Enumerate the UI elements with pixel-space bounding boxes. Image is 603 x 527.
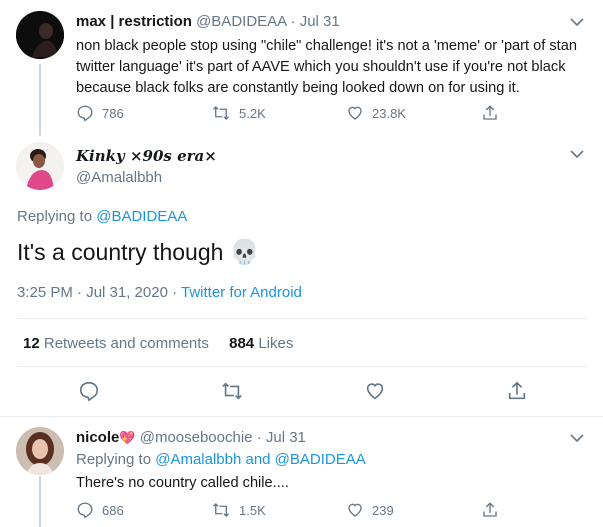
replying-handles-link[interactable]: @Amalalbbh and @BADIDEAA: [155, 451, 366, 468]
tweet1-actions: 786 5.2K 23.8K: [76, 104, 586, 122]
replying-label: Replying to: [76, 451, 152, 468]
retweet-icon: [213, 503, 229, 517]
share-icon: [483, 105, 497, 120]
heart-emoji: 💖: [119, 430, 136, 445]
tweet1-reply-button[interactable]: 786: [76, 104, 211, 122]
main-display-name[interactable]: Kinky ×90s era×: [76, 147, 217, 165]
tweet1-display-name[interactable]: max | restriction: [76, 13, 192, 30]
main-tweet-text: It's a country though 💀: [17, 237, 260, 268]
tweet3-text: There's no country called chile....: [76, 475, 289, 491]
reply-icon[interactable]: [78, 380, 100, 402]
avatar-nicole[interactable]: [16, 427, 64, 475]
tweet3-replying-to: Replying to @Amalalbbh and @BADIDEAA: [76, 451, 366, 468]
tweet3-date[interactable]: Jul 31: [266, 429, 306, 446]
retweets-count: 12: [23, 335, 40, 352]
tweet3-handle[interactable]: @mooseboochie: [140, 429, 253, 446]
divider: [0, 416, 603, 417]
thread-line: [39, 64, 41, 136]
tweet1-reply-count: 786: [102, 105, 124, 121]
divider: [17, 366, 586, 367]
tweet1-retweet-count: 5.2K: [239, 105, 266, 121]
retweets-stat[interactable]: 12 Retweets and comments: [23, 335, 213, 352]
avatar-image: [16, 11, 64, 59]
tweet3-chevron-down-icon[interactable]: [570, 433, 584, 443]
tweet1-date[interactable]: Jul 31: [300, 13, 340, 30]
tweet1-like-button[interactable]: 23.8K: [346, 104, 481, 122]
share-icon: [483, 502, 497, 517]
tweet3-like-button[interactable]: 239: [346, 501, 481, 519]
retweet-icon[interactable]: [220, 380, 244, 402]
main-handle[interactable]: @Amalalbbh: [76, 169, 162, 186]
tweet1-share-button[interactable]: [481, 104, 499, 122]
thread-line: [39, 476, 41, 527]
main-chevron-down-icon[interactable]: [570, 149, 584, 159]
avatar-image: [16, 427, 64, 475]
main-stats: 12 Retweets and comments 884 Likes: [23, 335, 293, 352]
tweet3-header: nicole💖 @mooseboochie · Jul 31: [76, 429, 306, 446]
tweet1-retweet-button[interactable]: 5.2K: [211, 104, 346, 122]
tweet3-actions: 686 1.5K 239: [76, 501, 586, 519]
skull-emoji: 💀: [229, 239, 260, 266]
replying-handle-link[interactable]: @BADIDEAA: [96, 208, 187, 225]
tweet3-display-name[interactable]: nicole: [76, 429, 119, 446]
tweet3-retweet-button[interactable]: 1.5K: [211, 501, 346, 519]
main-timestamp[interactable]: 3:25 PM · Jul 31, 2020 ·: [17, 284, 181, 301]
tweet1-dot: ·: [290, 13, 296, 30]
reply-icon: [77, 502, 93, 519]
main-replying-to: Replying to @BADIDEAA: [17, 208, 187, 225]
tweet3-dot: ·: [256, 429, 262, 446]
avatar-max[interactable]: [16, 11, 64, 59]
main-actions: [78, 380, 528, 402]
tweet3-reply-count: 686: [102, 502, 124, 518]
divider: [17, 318, 586, 319]
replying-label: Replying to: [17, 208, 93, 225]
main-text: It's a country though: [17, 239, 224, 265]
heart-icon: [348, 503, 362, 517]
tweet3-retweet-count: 1.5K: [239, 502, 266, 518]
tweet3-like-count: 239: [372, 502, 394, 518]
likes-count: 884: [229, 335, 255, 352]
main-source-link[interactable]: Twitter for Android: [181, 284, 302, 301]
likes-stat[interactable]: 884 Likes: [229, 335, 293, 352]
avatar-image: [16, 142, 64, 190]
tweet1-like-count: 23.8K: [372, 105, 406, 121]
tweet1-chevron-down-icon[interactable]: [570, 17, 584, 27]
retweet-icon: [213, 106, 229, 120]
likes-label: Likes: [258, 335, 294, 352]
avatar-kinky[interactable]: [16, 142, 64, 190]
heart-icon: [348, 106, 362, 120]
tweet3-share-button[interactable]: [481, 501, 499, 519]
tweet3-reply-button[interactable]: 686: [76, 501, 211, 519]
tweet1-handle[interactable]: @BADIDEAA: [196, 13, 286, 30]
main-timestamp-row: 3:25 PM · Jul 31, 2020 · Twitter for And…: [17, 284, 302, 301]
share-icon[interactable]: [506, 380, 528, 402]
heart-icon[interactable]: [364, 380, 386, 402]
tweet1-header: max | restriction @BADIDEAA · Jul 31: [76, 13, 340, 30]
reply-icon: [77, 105, 93, 122]
tweet1-text: non black people stop using "chile" chal…: [76, 38, 577, 96]
retweets-label: Retweets and comments: [43, 335, 209, 352]
